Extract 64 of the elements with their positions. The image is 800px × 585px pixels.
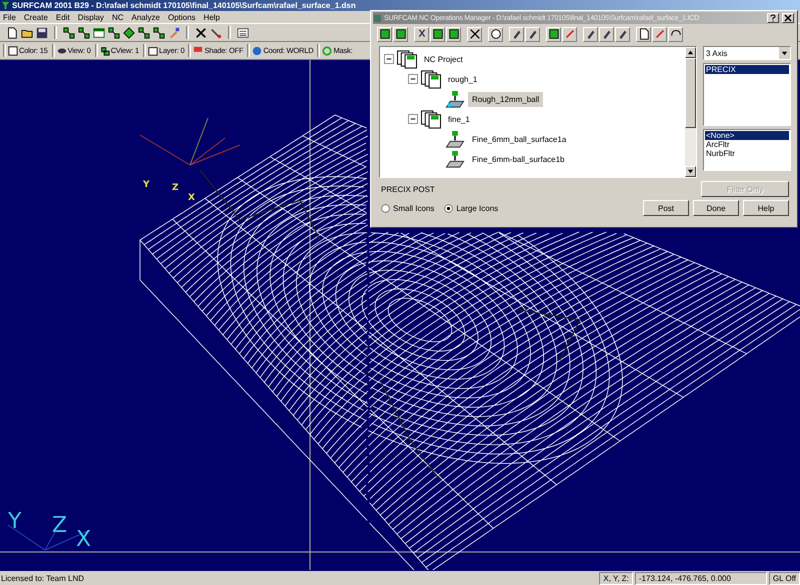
delete-icon[interactable] — [195, 26, 207, 38]
window-icon[interactable] — [93, 26, 105, 38]
tool-finishing-icon — [444, 150, 466, 168]
page-icon[interactable] — [6, 26, 18, 38]
axis-label: Z — [52, 513, 68, 538]
tree-item[interactable]: Fine_6mm_ball_surface1a — [468, 132, 570, 146]
menu-item[interactable]: Edit — [56, 12, 70, 22]
tree-item[interactable]: fine_1 — [444, 112, 474, 126]
close-icon[interactable] — [782, 13, 794, 23]
operation-group-icon — [420, 70, 442, 88]
license-text: Licensed to: Team LND — [0, 574, 86, 582]
expander-icon[interactable] — [408, 114, 418, 124]
gl-status: GL Off — [768, 572, 800, 584]
tool-finishing-icon — [444, 130, 466, 148]
axis-label: X — [188, 193, 195, 203]
tool-roughing-icon — [444, 90, 466, 108]
list-icon[interactable] — [237, 26, 249, 38]
operation-group-icon — [420, 110, 442, 128]
expander-icon[interactable] — [384, 54, 394, 64]
square-icon — [8, 46, 18, 56]
tree-item[interactable]: Fine_6mm-ball_surface1b — [468, 152, 568, 166]
origin-axes-icon — [140, 118, 240, 166]
dialog-button[interactable]: Help — [743, 200, 789, 216]
menu-item[interactable]: NC — [112, 12, 124, 22]
expander-icon[interactable] — [408, 74, 418, 84]
menu-item[interactable]: Create — [24, 12, 48, 22]
up-arrow-icon[interactable] — [687, 49, 694, 56]
menu-item[interactable]: Options — [168, 12, 196, 22]
radio-icon[interactable] — [381, 204, 390, 212]
diamond-icon[interactable] — [123, 26, 135, 38]
axis-label: X — [76, 527, 92, 552]
vertical-scrollbar[interactable] — [685, 47, 696, 177]
list-item[interactable]: PRECIX — [705, 65, 789, 74]
axis-label: Y — [8, 509, 22, 534]
tree-item[interactable]: Rough_12mm_ball — [468, 92, 544, 106]
down-arrow-icon[interactable] — [687, 168, 694, 175]
list-item[interactable]: NurbFltr — [705, 149, 789, 158]
page-icon[interactable] — [636, 26, 651, 42]
menu-item[interactable]: File — [3, 12, 16, 22]
menu-item[interactable]: Analyze — [132, 12, 160, 22]
tree-item[interactable]: NC Project — [420, 52, 467, 66]
operation-group-icon — [396, 50, 418, 68]
help-icon[interactable] — [767, 13, 779, 23]
app-icon — [1, 1, 10, 10]
coord-readout: -173.124, -476.765, 0.000 — [634, 572, 767, 584]
radio-icon[interactable] — [444, 204, 454, 212]
axis-dropdown[interactable]: 3 Axis — [703, 46, 791, 60]
menu-item[interactable]: Help — [204, 12, 220, 22]
radio-option[interactable]: Small Icons — [381, 204, 434, 212]
dialog-button[interactable]: Post — [643, 200, 689, 216]
tree-item[interactable]: rough_1 — [444, 72, 482, 86]
list-item[interactable]: ArcFltr — [705, 140, 789, 149]
window-title: SURFCAM 2001 B29 - D:\rafael schmidt 170105\final_140105\Surfcam\rafael_surface_1.dsn — [12, 1, 356, 10]
radio-option[interactable]: Large Icons — [444, 204, 498, 212]
dropdown-arrow-icon[interactable] — [781, 50, 788, 56]
post-label: PRECIX POST — [381, 184, 435, 194]
axis-label: Z — [172, 183, 179, 193]
list-item[interactable]: <None> — [705, 131, 789, 140]
coord-label: X, Y, Z: — [599, 572, 633, 584]
dialog-button[interactable]: Done — [693, 200, 739, 216]
menu-item[interactable]: Display — [78, 12, 104, 22]
brush-icon[interactable] — [168, 26, 180, 38]
axis-label: Y — [143, 180, 150, 190]
app-icon — [373, 14, 382, 22]
